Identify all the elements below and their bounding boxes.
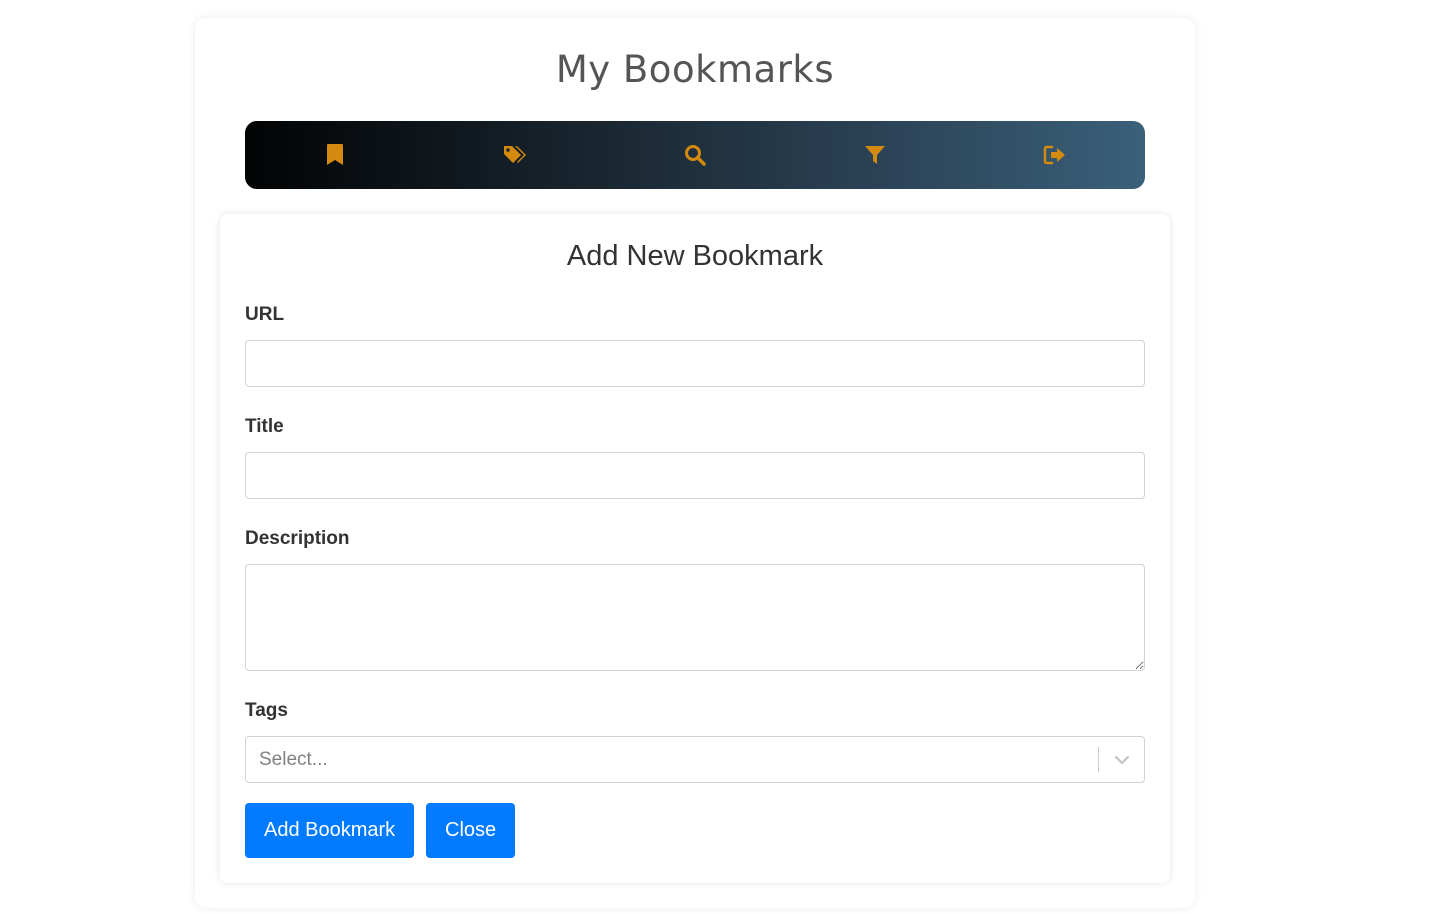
nav-tags[interactable] [425, 121, 605, 189]
description-textarea[interactable] [245, 564, 1145, 671]
main-navbar [245, 121, 1145, 189]
nav-search[interactable] [605, 121, 785, 189]
form-title: Add New Bookmark [566, 240, 824, 272]
app-container: My Bookmarks Add New Bookmark URL Title … [195, 18, 1195, 908]
nav-filter[interactable] [785, 121, 965, 189]
tags-select-placeholder: Select... [259, 748, 328, 770]
filter-icon [864, 145, 886, 165]
url-label: URL [245, 304, 285, 325]
chevron-down-icon[interactable] [1099, 737, 1144, 782]
nav-bookmarks[interactable] [245, 121, 425, 189]
search-icon [684, 144, 706, 166]
tags-label: Tags [245, 700, 288, 721]
bookmark-icon [326, 144, 344, 166]
url-input[interactable] [245, 340, 1145, 387]
description-label: Description [245, 528, 350, 549]
nav-logout[interactable] [965, 121, 1145, 189]
app-title: My Bookmarks [555, 48, 835, 91]
add-bookmark-button[interactable]: Add Bookmark [245, 803, 415, 858]
close-button[interactable]: Close [426, 803, 516, 858]
tags-icon [503, 145, 527, 165]
add-bookmark-form: Add New Bookmark URL Title Description T… [220, 214, 1170, 883]
tags-select[interactable]: Select... [245, 736, 1145, 783]
sign-out-icon [1043, 145, 1067, 165]
title-input[interactable] [245, 452, 1145, 499]
title-label: Title [245, 416, 284, 437]
